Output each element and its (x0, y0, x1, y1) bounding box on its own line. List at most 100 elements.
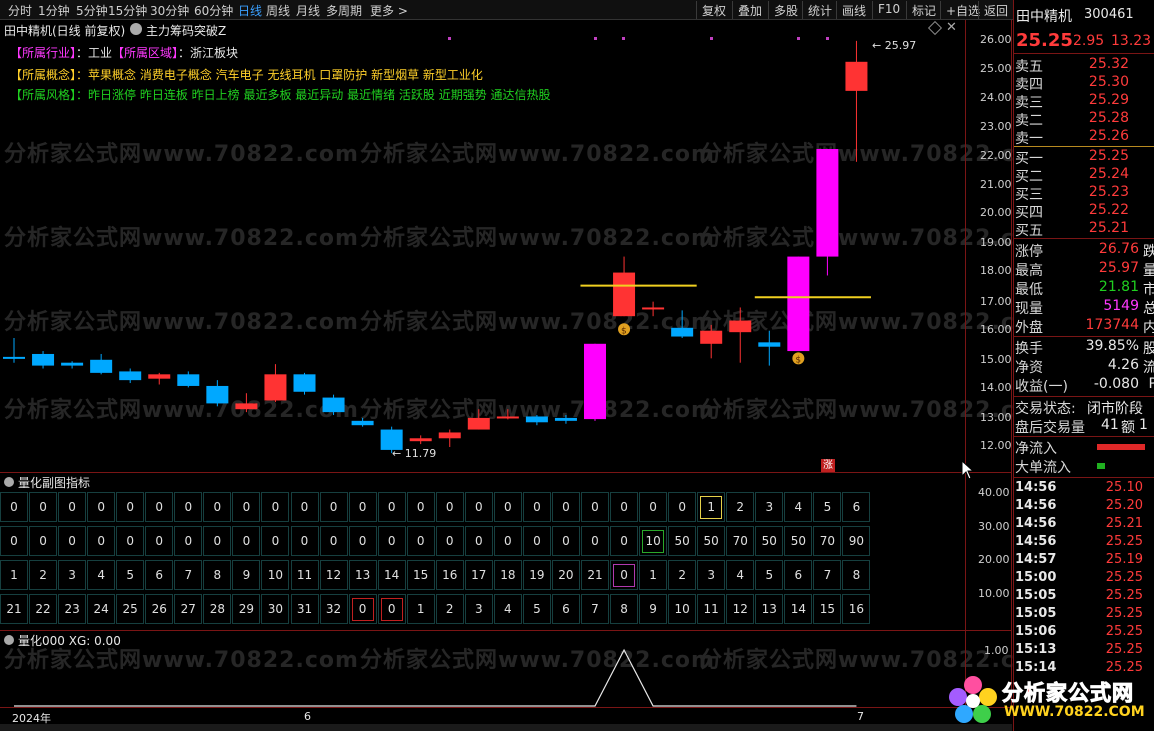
candle[interactable] (119, 368, 142, 384)
grid-cell: 0 (377, 526, 406, 556)
candle[interactable] (845, 40, 868, 162)
multi-stock-button[interactable]: 多股 (768, 1, 803, 19)
divider (1014, 396, 1154, 397)
mark-button[interactable]: 标记 (906, 1, 941, 19)
restore-rights-button[interactable]: 复权 (696, 1, 731, 19)
candle-body (61, 362, 84, 366)
candle[interactable] (642, 301, 665, 317)
overlay-button[interactable]: 叠加 (732, 1, 767, 19)
candle[interactable] (264, 364, 287, 402)
candle[interactable] (554, 415, 577, 424)
price-tick: 15.00 (980, 353, 1012, 366)
bid-price: 25.23 (1088, 184, 1129, 200)
tab-monthly[interactable]: 月线 (296, 2, 320, 19)
candle[interactable] (206, 380, 229, 407)
divider (1014, 53, 1154, 54)
grid-cell: 1 (406, 594, 435, 624)
candle[interactable] (525, 415, 548, 426)
grid-cell: 0 (261, 526, 290, 556)
candle[interactable] (235, 393, 258, 413)
grid-cell: 18 (493, 560, 522, 590)
tab-weekly[interactable]: 周线 (266, 2, 290, 19)
tick-price: 25.25 (1105, 624, 1143, 639)
statistics-button[interactable]: 统计 (802, 1, 837, 19)
candle[interactable] (816, 149, 839, 276)
candle[interactable] (729, 307, 752, 363)
tab-fenshi[interactable]: 分时 (8, 2, 32, 19)
quant-grid: 0000000000000000000000001234560000000000… (0, 492, 872, 628)
candle[interactable] (584, 343, 606, 421)
tab-60min[interactable]: 60分钟 (194, 2, 233, 19)
back-button[interactable]: 返回 (978, 1, 1013, 19)
grid-cell: 0 (377, 594, 406, 624)
grid-cell: 0 (348, 594, 377, 624)
stock-name: 田中精机 (1016, 9, 1072, 25)
draw-line-button[interactable]: 画线 (836, 1, 871, 19)
candle[interactable] (787, 256, 810, 352)
high-value: 25.97 (884, 39, 917, 52)
stat-value: 21.81 (1098, 279, 1139, 295)
candlestick-chart[interactable]: $$ (0, 30, 965, 470)
f10-button[interactable]: F10 (872, 1, 905, 19)
tab-more[interactable]: 更多 > (370, 2, 408, 19)
grid-cell: 3 (58, 560, 87, 590)
stat-value: -0.080 (1093, 376, 1139, 392)
candle[interactable] (467, 409, 490, 430)
subchart-toggle-icon[interactable] (4, 477, 14, 487)
candle[interactable] (148, 372, 171, 385)
grid-cell: 3 (755, 492, 784, 522)
divider (1014, 436, 1154, 437)
tab-15min[interactable]: 15分钟 (108, 2, 147, 19)
candle[interactable] (671, 310, 694, 338)
candle[interactable] (438, 429, 461, 447)
grid-cell: 20 (551, 560, 580, 590)
candle-body (642, 307, 665, 310)
candle[interactable] (322, 394, 345, 416)
grid-cell: 1 (639, 560, 668, 590)
tab-1min[interactable]: 1分钟 (38, 2, 70, 19)
ask-label: 卖五 (1015, 59, 1043, 75)
price-tick: 26.00 (980, 33, 1012, 46)
ask-price: 25.26 (1088, 128, 1129, 144)
candle[interactable] (758, 330, 781, 366)
candle-body (729, 320, 752, 333)
candle[interactable] (177, 371, 200, 388)
grid-cell: 0 (174, 492, 203, 522)
tab-daily[interactable]: 日线 (238, 2, 262, 19)
amount-value: 1 (1139, 417, 1148, 433)
grid-cell: 25 (116, 594, 145, 624)
grid-cell: 0 (145, 492, 174, 522)
candle[interactable] (351, 417, 374, 427)
grid-cell: 9 (639, 594, 668, 624)
candle[interactable] (3, 337, 25, 363)
candle[interactable] (90, 353, 113, 375)
tick-price: 25.25 (1105, 606, 1143, 621)
candle-body (351, 420, 374, 426)
grid-cell: 19 (522, 560, 551, 590)
candle[interactable] (496, 409, 519, 420)
status-value: 闭市阶段 (1087, 401, 1143, 417)
tick-time: 14:56 (1015, 534, 1057, 549)
tick-time: 14:57 (1015, 552, 1057, 567)
candle[interactable] (409, 435, 432, 445)
grid-cell: 29 (232, 594, 261, 624)
candle[interactable] (293, 372, 316, 395)
tab-5min[interactable]: 5分钟 (76, 2, 108, 19)
candle-body (758, 342, 781, 347)
candle-body (816, 149, 839, 257)
bottom-indicator-toggle-icon[interactable] (4, 635, 14, 645)
stat-extra: 跌 (1143, 244, 1154, 260)
candle[interactable] (700, 324, 723, 359)
tick-price: 25.25 (1105, 534, 1143, 549)
candle-body (409, 438, 432, 442)
candle[interactable] (61, 361, 84, 369)
tab-multi-period[interactable]: 多周期 (326, 2, 362, 19)
tab-30min[interactable]: 30分钟 (150, 2, 189, 19)
ask-label: 卖四 (1015, 77, 1043, 93)
stat-value: 39.85% (1085, 338, 1139, 354)
grid-cell: 4 (784, 492, 813, 522)
grid-cell: 32 (319, 594, 348, 624)
candle[interactable] (32, 351, 55, 369)
limit-up-badge[interactable]: 涨 (821, 459, 835, 472)
time-scrollbar[interactable] (0, 724, 1012, 731)
